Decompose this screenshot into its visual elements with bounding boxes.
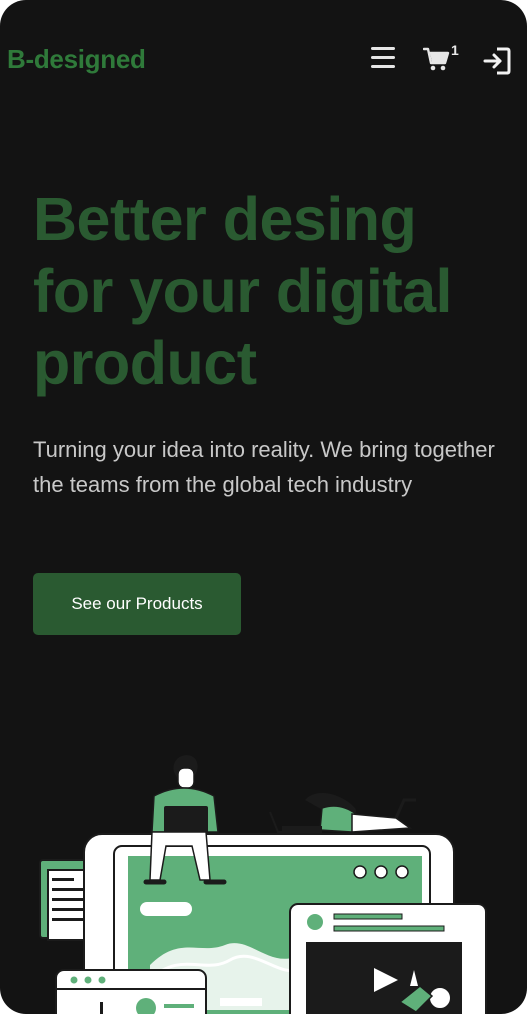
- sign-in-icon[interactable]: [482, 46, 512, 76]
- brand-logo[interactable]: B-designed: [7, 44, 146, 75]
- hero-title: Better desing for your digital product: [33, 185, 453, 397]
- tablet-graphic: [289, 903, 487, 1014]
- see-products-button[interactable]: See our Products: [33, 573, 241, 635]
- shopping-cart-icon[interactable]: [423, 46, 451, 72]
- person-lying-graphic: [269, 793, 416, 833]
- app-screen: B-designed 1 Better desing for your digi…: [0, 0, 527, 1014]
- browser-window-graphic: [55, 969, 207, 1014]
- hamburger-menu-icon[interactable]: [369, 44, 397, 72]
- hero-illustration: [39, 755, 487, 1014]
- hero-subtitle: Turning your idea into reality. We bring…: [33, 437, 495, 497]
- cart-count-badge: 1: [451, 42, 459, 58]
